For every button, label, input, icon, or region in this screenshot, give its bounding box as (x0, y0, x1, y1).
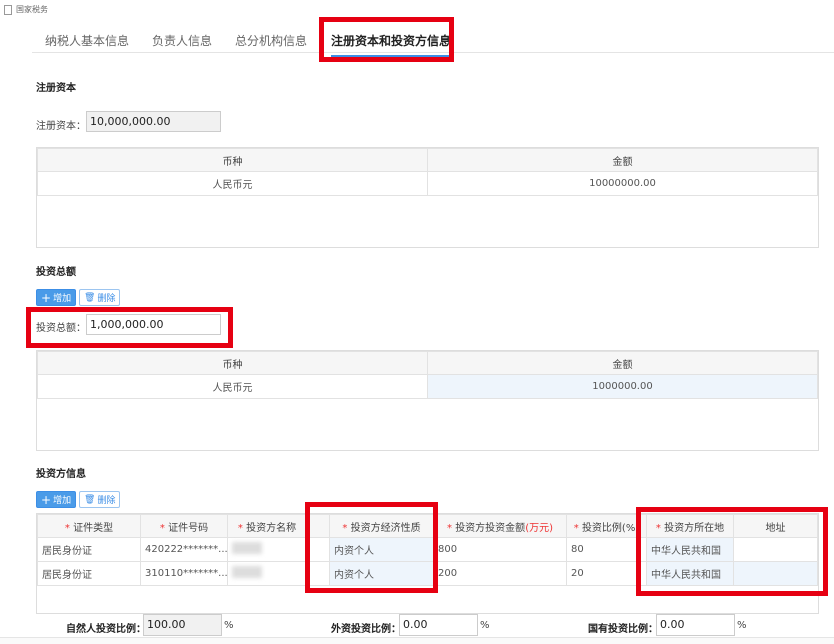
tab-branch-info[interactable]: 总分机构信息 (235, 32, 307, 49)
percent-unit: % (480, 620, 490, 631)
investor-name-cell (227, 537, 307, 562)
state-ratio-label: 国有投资比例： (588, 624, 658, 635)
highlight-box (26, 307, 233, 348)
status-bar (0, 637, 834, 644)
column-header: * 投资比例(%) (566, 514, 647, 538)
trash-icon: 🗑 (84, 494, 96, 505)
percent-unit: % (737, 620, 747, 631)
ratio-cell[interactable]: 20 (566, 561, 647, 586)
delete-button[interactable]: 🗑 删除 (79, 289, 121, 306)
table-row[interactable]: 人民币元 10000000.00 (37, 171, 818, 196)
delete-label: 删除 (97, 496, 116, 506)
column-header: 币种 (37, 148, 428, 172)
highlight-box (319, 17, 454, 62)
registered-capital-input[interactable]: 10,000,000.00 (86, 111, 221, 132)
state-ratio-input[interactable]: 0.00 (656, 614, 735, 636)
investor-name-cell (227, 561, 307, 586)
investment-currency-table: 币种 金额 人民币元 1000000.00 (36, 350, 819, 451)
plus-icon: + (41, 290, 52, 305)
add-label: 增加 (53, 496, 72, 506)
tab-responsible-person[interactable]: 负责人信息 (152, 32, 212, 49)
blurred-name (232, 566, 262, 578)
id-number-cell: 310110*******... (140, 561, 228, 586)
column-header: * 投资方投资金额(万元) (433, 514, 567, 538)
plus-icon: + (41, 492, 52, 507)
registered-capital-label: 注册资本： (36, 121, 86, 132)
foreign-ratio-input[interactable]: 0.00 (399, 614, 478, 636)
delete-investor-button[interactable]: 🗑 删除 (79, 491, 121, 508)
trash-icon: 🗑 (84, 292, 96, 303)
column-header: 金额 (427, 148, 818, 172)
add-investor-button[interactable]: + 增加 (36, 491, 77, 508)
amount-cell: 1000000.00 (427, 374, 818, 399)
id-number-cell: 420222*******... (140, 537, 228, 562)
amount-cell: 10000000.00 (427, 171, 818, 196)
add-button[interactable]: + 增加 (36, 289, 77, 306)
natural-ratio-input[interactable]: 100.00 (143, 614, 222, 636)
id-type-cell: 居民身份证 (37, 537, 141, 562)
table-row[interactable]: 人民币元 1000000.00 (37, 374, 818, 399)
percent-unit: % (224, 620, 234, 631)
window-title-text: 国家税务 (16, 5, 48, 14)
amount-cell[interactable]: 800 (433, 537, 567, 562)
column-header: * 投资方名称 (227, 514, 307, 538)
amount-cell[interactable]: 200 (433, 561, 567, 586)
natural-ratio-label: 自然人投资比例： (66, 624, 146, 635)
tab-taxpayer-basic[interactable]: 纳税人基本信息 (45, 32, 129, 49)
section-heading: 注册资本 (36, 83, 76, 94)
currency-cell: 人民币元 (37, 171, 428, 196)
ratio-cell[interactable]: 80 (566, 537, 647, 562)
window-title: 国家税务 (4, 4, 48, 15)
foreign-ratio-label: 外资投资比例： (331, 624, 401, 635)
currency-cell: 人民币元 (37, 374, 428, 399)
section-heading: 投资方信息 (36, 469, 86, 480)
highlight-box (636, 507, 828, 596)
blurred-name (232, 542, 262, 554)
column-header: * 证件号码 (140, 514, 228, 538)
column-header: 币种 (37, 351, 428, 375)
highlight-box (305, 502, 438, 593)
document-icon (4, 4, 12, 15)
column-header: * 证件类型 (37, 514, 141, 538)
column-header: 金额 (427, 351, 818, 375)
section-heading: 投资总额 (36, 267, 76, 278)
currency-table: 币种 金额 人民币元 10000000.00 (36, 147, 819, 248)
add-label: 增加 (53, 294, 72, 304)
delete-label: 删除 (97, 294, 116, 304)
id-type-cell: 居民身份证 (37, 561, 141, 586)
